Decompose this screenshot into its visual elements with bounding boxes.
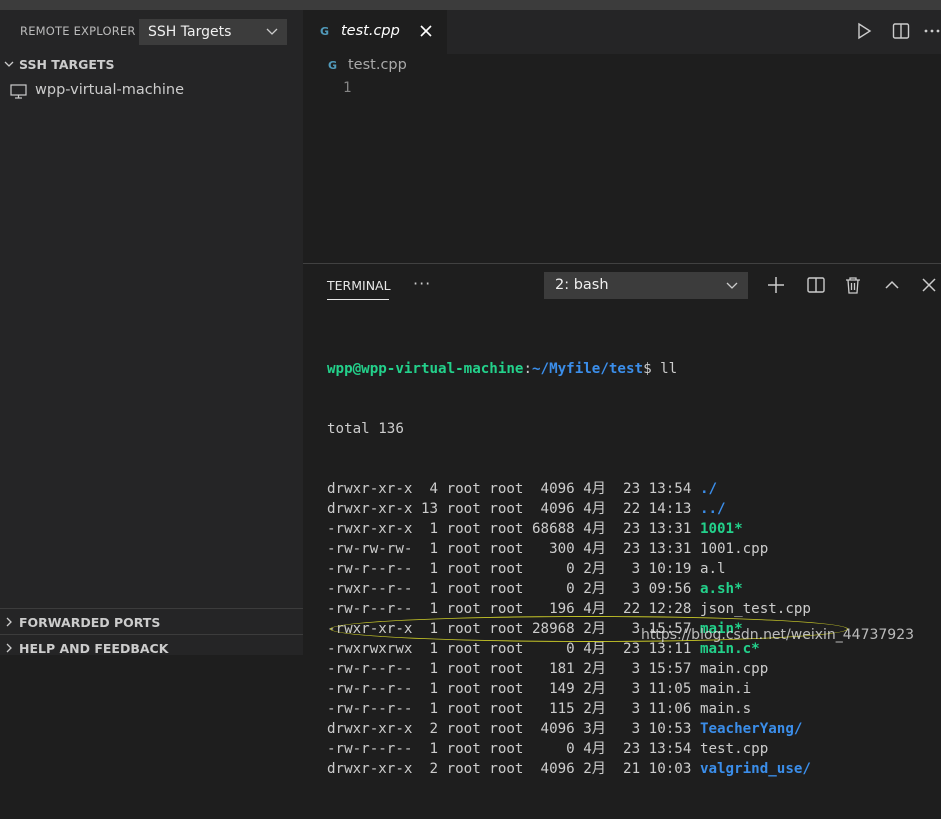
- editor-tab-bar: G test.cpp: [303, 10, 941, 54]
- file-name: a.l: [699, 561, 726, 577]
- remote-explorer-sidebar: REMOTE EXPLORER SSH Targets SSH TARGETS …: [0, 10, 303, 656]
- sidebar-title: REMOTE EXPLORER: [20, 24, 136, 38]
- file-meta: -rw-r--r-- 1 root root 0 2月 3 10:19: [327, 561, 700, 577]
- tab-label: test.cpp: [341, 23, 400, 39]
- terminal-ls-row: -rw-rw-rw- 1 root root 300 4月 23 13:31 1…: [327, 539, 941, 559]
- section-forwarded-ports[interactable]: FORWARDED PORTS: [0, 612, 303, 634]
- file-name: 1001.cpp: [699, 541, 769, 557]
- file-meta: drwxr-xr-x 13 root root 4096 4月 22 14:13: [327, 501, 700, 517]
- close-icon[interactable]: [919, 275, 939, 295]
- terminal-ls-row: drwxr-xr-x 4 root root 4096 4月 23 13:54 …: [327, 479, 941, 499]
- section-forwarded-ports-label: FORWARDED PORTS: [19, 615, 161, 630]
- terminal-select[interactable]: 2: bash: [544, 272, 748, 299]
- terminal-ls-row: -rw-r--r-- 1 root root 0 2月 3 10:19 a.l: [327, 559, 941, 579]
- terminal-ls-row: -rw-r--r-- 1 root root 0 4月 23 13:54 tes…: [327, 739, 941, 759]
- terminal-ls-row: -rw-r--r-- 1 root root 181 2月 3 15:57 ma…: [327, 659, 941, 679]
- prompt-user: wpp@wpp-virtual-machine: [327, 361, 524, 377]
- terminal-ls-row: drwxr-xr-x 2 root root 4096 2月 21 10:03 …: [327, 759, 941, 779]
- split-editor-icon[interactable]: [892, 22, 910, 40]
- chevron-down-icon: [726, 282, 738, 289]
- plus-icon[interactable]: [766, 275, 786, 295]
- monitor-icon: [10, 84, 27, 99]
- file-name: json_test.cpp: [699, 601, 811, 617]
- tab-terminal[interactable]: TERMINAL: [327, 278, 391, 293]
- more-icon[interactable]: [923, 22, 941, 40]
- section-help-feedback-label: HELP AND FEEDBACK: [19, 641, 169, 656]
- file-meta: -rw-r--r-- 1 root root 196 4月 22 12:28: [327, 601, 700, 617]
- file-meta: -rw-r--r-- 1 root root 181 2月 3 15:57: [327, 661, 700, 677]
- active-tab-indicator: [327, 299, 389, 300]
- terminal-select-value: 2: bash: [555, 277, 609, 293]
- terminal-ls-row: -rwxr-xr-x 1 root root 68688 4月 23 13:31…: [327, 519, 941, 539]
- tab-test-cpp[interactable]: G test.cpp: [303, 10, 447, 54]
- section-divider: [0, 634, 303, 635]
- terminal-total-line: total 136: [327, 421, 404, 437]
- file-meta: drwxr-xr-x 4 root root 4096 4月 23 13:54: [327, 481, 700, 497]
- prompt-command: $ ll: [643, 361, 678, 377]
- chevron-up-icon[interactable]: [882, 275, 902, 295]
- file-meta: -rw-r--r-- 1 root root 149 2月 3 11:05: [327, 681, 700, 697]
- section-help-feedback[interactable]: HELP AND FEEDBACK: [0, 638, 303, 660]
- file-name: valgrind_use/: [699, 761, 811, 777]
- breadcrumb-file[interactable]: test.cpp: [348, 57, 407, 73]
- section-divider: [0, 608, 303, 609]
- file-meta: -rw-rw-rw- 1 root root 300 4月 23 13:31: [327, 541, 700, 557]
- panel-header: TERMINAL ··· 2: bash: [303, 264, 941, 306]
- file-meta: -rw-r--r-- 1 root root 115 2月 3 11:06: [327, 701, 700, 717]
- file-name: 1001*: [699, 521, 743, 537]
- terminal-ls-row: drwxr-xr-x 13 root root 4096 4月 22 14:13…: [327, 499, 941, 519]
- section-ssh-targets-label: SSH TARGETS: [19, 57, 115, 72]
- line-number: 1: [343, 80, 352, 96]
- file-name: ./: [699, 481, 718, 497]
- remote-type-select-value: SSH Targets: [148, 24, 232, 40]
- cpp-file-icon: G: [328, 59, 338, 72]
- code-editor[interactable]: 1: [303, 78, 941, 262]
- terminal-panel: TERMINAL ··· 2: bash wpp@wpp-virtual-mac…: [303, 263, 941, 777]
- file-name: test.cpp: [699, 741, 769, 757]
- file-meta: drwxr-xr-x 2 root root 4096 3月 3 10:53: [327, 721, 700, 737]
- prompt-path: ~/Myfile/test: [532, 361, 644, 377]
- terminal-prompt-line: wpp@wpp-virtual-machine:~/Myfile/test$ l…: [327, 359, 941, 379]
- prompt-separator: :: [523, 361, 533, 377]
- file-name: main.i: [699, 681, 752, 697]
- file-meta: -rwxr--r-- 1 root root 0 2月 3 09:56: [327, 581, 700, 597]
- terminal-ls-row: drwxr-xr-x 2 root root 4096 3月 3 10:53 T…: [327, 719, 941, 739]
- file-name: a.sh*: [699, 581, 743, 597]
- watermark: https://blog.csdn.net/weixin_44737923: [641, 627, 915, 643]
- file-meta: drwxr-xr-x 2 root root 4096 2月 21 10:03: [327, 761, 700, 777]
- more-icon[interactable]: ···: [413, 274, 431, 293]
- terminal-ls-row: -rw-r--r-- 1 root root 149 2月 3 11:05 ma…: [327, 679, 941, 699]
- cpp-file-icon: G: [320, 25, 330, 38]
- editor-actions: [831, 10, 941, 54]
- split-terminal-icon[interactable]: [806, 275, 826, 295]
- file-name: ../: [699, 501, 726, 517]
- run-icon[interactable]: [855, 22, 873, 40]
- chevron-down-icon: [266, 28, 278, 35]
- section-ssh-targets[interactable]: SSH TARGETS: [0, 54, 303, 76]
- chevron-right-icon: [6, 643, 12, 653]
- chevron-down-icon: [4, 61, 14, 67]
- remote-type-select[interactable]: SSH Targets: [139, 19, 287, 45]
- file-name: TeacherYang/: [699, 721, 803, 737]
- file-meta: -rwxr-xr-x 1 root root 68688 4月 23 13:31: [327, 521, 700, 537]
- terminal-ls-row: -rwxr--r-- 1 root root 0 2月 3 09:56 a.sh…: [327, 579, 941, 599]
- file-name: main.cpp: [699, 661, 769, 677]
- sidebar-header: REMOTE EXPLORER SSH Targets: [0, 18, 303, 46]
- trash-icon[interactable]: [843, 275, 863, 295]
- ssh-target-label: wpp-virtual-machine: [35, 82, 185, 98]
- file-name: main.s: [699, 701, 752, 717]
- chevron-right-icon: [6, 617, 12, 627]
- ssh-target-item[interactable]: wpp-virtual-machine: [0, 80, 303, 102]
- terminal-ls-row: -rw-r--r-- 1 root root 115 2月 3 11:06 ma…: [327, 699, 941, 719]
- window-title-bar: [0, 0, 941, 10]
- terminal-output[interactable]: wpp@wpp-virtual-machine:~/Myfile/test$ l…: [327, 319, 941, 819]
- file-meta: -rw-r--r-- 1 root root 0 4月 23 13:54: [327, 741, 700, 757]
- close-icon[interactable]: [418, 23, 434, 39]
- breadcrumb: G test.cpp: [303, 54, 941, 78]
